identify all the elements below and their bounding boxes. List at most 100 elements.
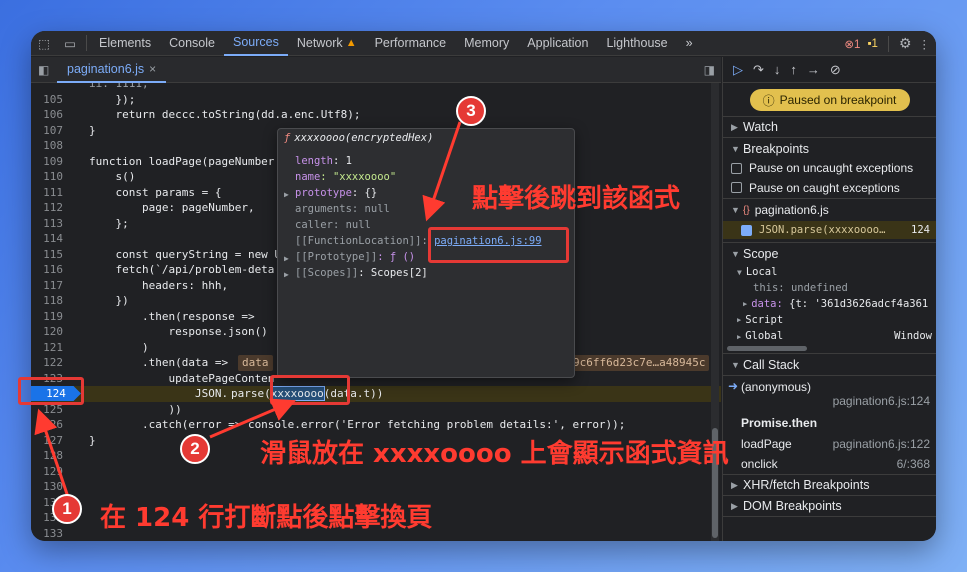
tab-network[interactable]: Network ▲ — [288, 31, 366, 56]
scope-data[interactable]: ▶ data: {t: '361d3626adcf4a361 — [723, 296, 936, 312]
prop-key: caller — [295, 219, 333, 231]
function-icon: ƒ — [284, 132, 291, 144]
line-number[interactable]: 126 — [31, 417, 71, 433]
line-number[interactable]: 105 — [31, 92, 71, 108]
global-value: Window — [894, 330, 932, 342]
tab-console[interactable]: Console — [160, 31, 224, 56]
close-icon[interactable]: × — [149, 62, 156, 76]
breakpoint-highlight-box — [18, 377, 84, 405]
tab-elements[interactable]: Elements — [90, 31, 160, 56]
error-count: 1 — [854, 38, 861, 51]
toggle-navigator-icon[interactable]: ◧ — [38, 63, 49, 77]
line-number[interactable]: 121 — [31, 340, 71, 356]
line-number[interactable]: 114 — [31, 231, 71, 247]
line-number[interactable]: 127 — [31, 433, 71, 449]
horizontal-scrollbar[interactable] — [727, 346, 807, 351]
checkbox[interactable] — [741, 224, 752, 236]
expand-arrow-icon[interactable]: ▶ — [284, 190, 289, 199]
tab-performance[interactable]: Performance — [366, 31, 456, 56]
toggle-debugger-icon[interactable]: ◨ — [704, 63, 715, 77]
call-frame[interactable]: loadPage pagination6.js:122 — [723, 433, 936, 454]
code-text: }) — [89, 294, 129, 307]
popover-row[interactable]: [[Prototype]]: ƒ () — [295, 251, 415, 267]
link-highlight-box — [428, 227, 569, 263]
scope-this: this: undefined — [723, 280, 936, 296]
breakpoints-section[interactable]: ▼ Breakpoints — [723, 138, 936, 159]
checkbox[interactable] — [731, 182, 742, 193]
info-icon: ⓘ — [762, 93, 775, 108]
scope-global[interactable]: ▶ Global Window — [723, 328, 936, 344]
tab-application[interactable]: Application — [518, 31, 597, 56]
code-text: .catch(error => console.error('Error fet… — [89, 418, 626, 431]
tab-memory[interactable]: Memory — [455, 31, 518, 56]
breakpoint-file[interactable]: ▼{} pagination6.js — [723, 199, 936, 221]
line-number[interactable]: 129 — [31, 464, 71, 480]
scope-local[interactable]: ▼ Local — [723, 264, 936, 280]
chevron-down-icon: ▼ — [737, 267, 742, 277]
line-number[interactable]: 110 — [31, 169, 71, 185]
line-number[interactable]: 108 — [31, 138, 71, 154]
popover-row[interactable]: [[Scopes]]: Scopes[2] — [295, 267, 428, 283]
scope-script[interactable]: ▶ Script — [723, 312, 936, 328]
watch-section[interactable]: ▶ Watch — [723, 117, 936, 138]
line-number[interactable]: 122 — [31, 355, 71, 371]
tab-sources[interactable]: Sources — [223, 31, 288, 56]
call-frame-active[interactable]: ➜ (anonymous) pagination6.js:124 — [723, 376, 936, 412]
popover-row[interactable]: prototype: {} — [295, 187, 377, 203]
breakpoint-entry[interactable]: JSON.parse(xxxxoooo… 124 — [723, 221, 936, 239]
step-into-icon[interactable]: ↓ — [774, 62, 781, 77]
line-number[interactable]: 128 — [31, 448, 71, 464]
line-number[interactable]: 118 — [31, 293, 71, 309]
inspect-element-icon[interactable]: ⬚ — [31, 31, 57, 56]
annotation-step-2: 滑鼠放在 xxxxoooo 上會顯示函式資訊 — [260, 439, 729, 469]
expand-arrow-icon[interactable]: ▶ — [284, 270, 289, 279]
resume-icon[interactable]: ▷ — [733, 62, 743, 78]
file-tab[interactable]: pagination6.js × — [57, 57, 167, 83]
expand-arrow-icon[interactable]: ▶ — [284, 254, 289, 263]
line-number[interactable]: 112 — [31, 200, 71, 216]
code-text: page: pageNumber, — [89, 201, 255, 214]
pause-uncaught-checkbox[interactable]: Pause on uncaught exceptions — [723, 159, 936, 177]
prop-key: [[FunctionLocation]] — [295, 235, 422, 247]
more-tabs-button[interactable]: » — [677, 31, 702, 56]
editor-scrollbar[interactable] — [711, 83, 719, 541]
line-number[interactable]: 113 — [31, 216, 71, 232]
function-highlight-box — [270, 375, 350, 405]
line-number[interactable]: 120 — [31, 324, 71, 340]
code-text: .then(response => — [89, 309, 255, 323]
chevron-down-icon: ▼ — [731, 205, 740, 215]
line-number[interactable]: 111 — [31, 185, 71, 201]
code-line: 130 — [31, 479, 721, 495]
line-number[interactable]: 116 — [31, 262, 71, 278]
step-icon[interactable]: → — [807, 62, 820, 77]
device-toggle-icon[interactable]: ▭ — [57, 31, 83, 56]
code-text: updatePageConten — [89, 371, 275, 385]
line-number[interactable]: 109 — [31, 154, 71, 170]
xhr-breakpoints-section[interactable]: ▶ XHR/fetch Breakpoints — [723, 475, 936, 496]
line-number[interactable]: 107 — [31, 123, 71, 139]
bp-code: JSON.parse(xxxxoooo… — [759, 224, 886, 236]
line-number[interactable]: 106 — [31, 107, 71, 123]
call-stack-label: Call Stack — [743, 357, 800, 372]
line-number[interactable]: 130 — [31, 479, 71, 495]
deactivate-breakpoints-icon[interactable]: ⊘ — [830, 62, 841, 78]
call-stack-section[interactable]: ▼ Call Stack — [723, 354, 936, 375]
pause-caught-checkbox[interactable]: Pause on caught exceptions — [723, 177, 936, 199]
gear-icon[interactable]: ⚙ — [899, 35, 912, 52]
checkbox[interactable] — [731, 162, 742, 174]
error-badge[interactable]: ⊗1 — [844, 37, 860, 51]
warning-badge[interactable]: ▪1 — [867, 38, 877, 50]
step-3-badge: 3 — [456, 96, 486, 126]
dom-breakpoints-section[interactable]: ▶ DOM Breakpoints — [723, 496, 936, 517]
scope-section[interactable]: ▼ Scope — [723, 243, 936, 264]
line-number[interactable]: 119 — [31, 309, 71, 325]
line-number[interactable]: 117 — [31, 278, 71, 294]
line-number[interactable]: 115 — [31, 247, 71, 263]
tab-lighthouse[interactable]: Lighthouse — [597, 31, 676, 56]
step-out-icon[interactable]: ↑ — [790, 62, 797, 77]
line-number[interactable]: 133 — [31, 526, 71, 542]
kebab-menu-icon[interactable]: ⋮ — [919, 37, 931, 51]
code-text: const queryString = new U — [89, 247, 282, 261]
call-frame[interactable]: onclick 6/:368 — [723, 454, 936, 475]
step-over-icon[interactable]: ↷ — [753, 62, 764, 78]
